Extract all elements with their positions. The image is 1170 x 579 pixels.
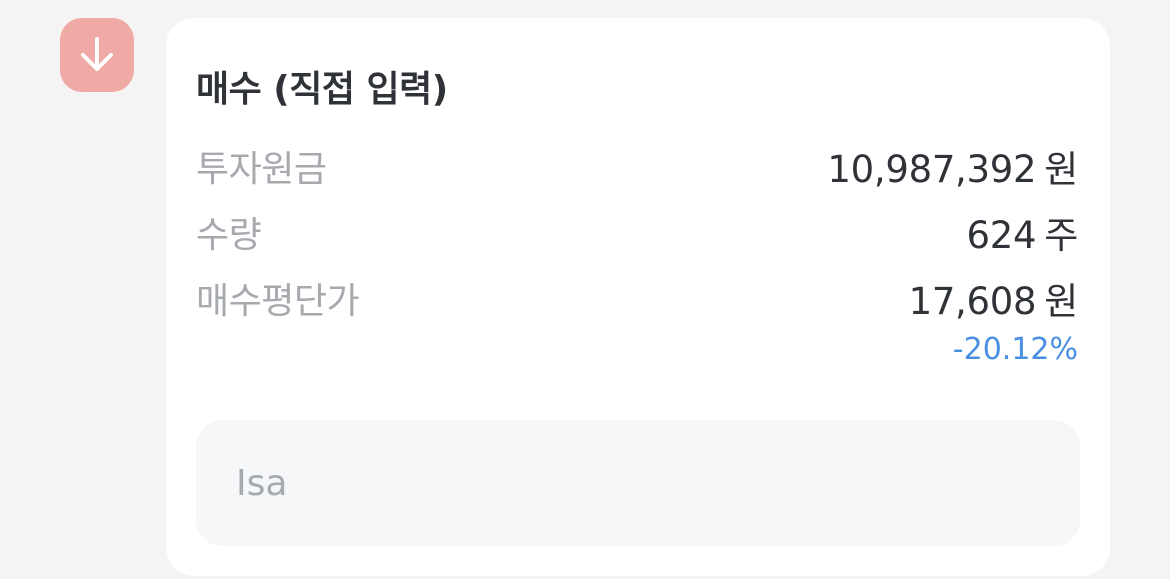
- quantity-amount: 624: [966, 214, 1037, 257]
- row-quantity: 수량 624 주: [196, 205, 1079, 259]
- average-price-amount: 17,608: [908, 280, 1037, 323]
- investment-principal-unit: 원: [1044, 148, 1078, 191]
- investment-principal-value: 10,987,392 원: [827, 139, 1078, 193]
- buy-badge: [60, 18, 134, 92]
- average-price-label: 매수평단가: [196, 281, 360, 322]
- average-price-value: 17,608 원: [908, 271, 1079, 325]
- average-price-unit: 원: [1044, 280, 1078, 323]
- memo-field[interactable]: Isa: [196, 420, 1080, 546]
- change-percent: -20.12%: [952, 332, 1078, 367]
- row-average-price: 매수평단가 17,608 원: [196, 271, 1079, 325]
- quantity-label: 수량: [196, 215, 262, 256]
- card-title: 매수 (직접 입력): [196, 69, 448, 110]
- memo-text: Isa: [236, 462, 288, 504]
- quantity-unit: 주: [1044, 214, 1078, 257]
- row-investment-principal: 투자원금 10,987,392 원: [196, 139, 1078, 193]
- buy-record-card[interactable]: 매수 (직접 입력) 투자원금 10,987,392 원 수량 624 주 매수평단…: [166, 18, 1110, 576]
- investment-principal-amount: 10,987,392: [827, 148, 1037, 191]
- quantity-value: 624 주: [966, 205, 1079, 259]
- investment-principal-label: 투자원금: [196, 149, 327, 190]
- arrow-down-icon: [81, 37, 113, 71]
